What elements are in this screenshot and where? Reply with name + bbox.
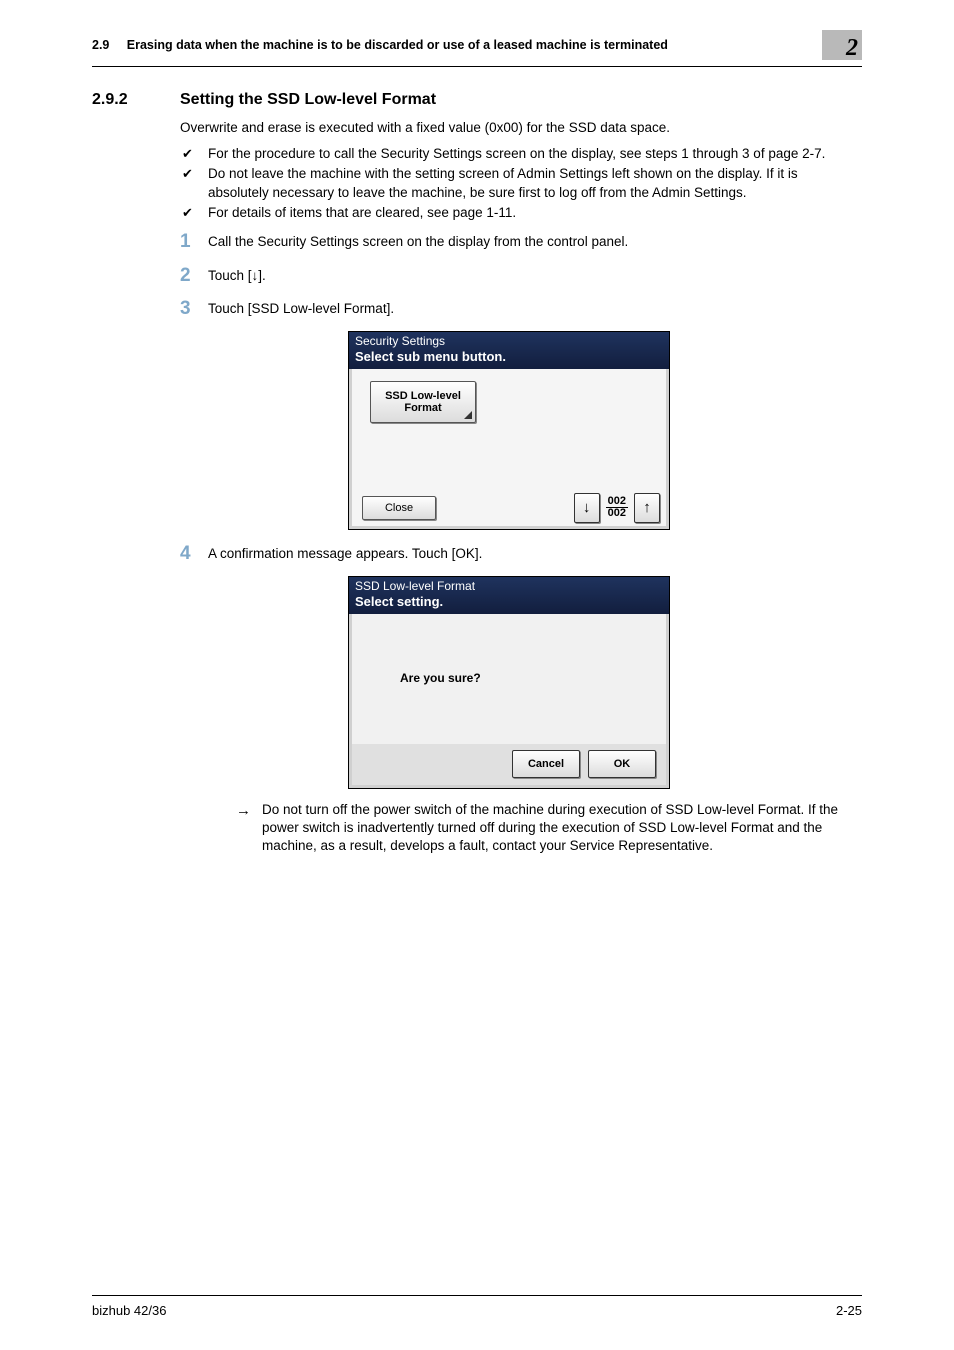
step-item: 3 Touch [SSD Low-level Format]. Security… — [180, 299, 862, 530]
dialog-footer: Close ↓ 002 002 ↑ — [349, 489, 669, 529]
cancel-button[interactable]: Cancel — [512, 750, 580, 778]
check-item: Do not leave the machine with the settin… — [180, 165, 862, 201]
step-number: 1 — [180, 228, 202, 256]
pager: ↓ 002 002 ↑ — [574, 493, 660, 523]
step-text: Touch [SSD Low-level Format]. — [208, 301, 394, 316]
ok-button[interactable]: OK — [588, 750, 656, 778]
page-footer: bizhub 42/36 2-25 — [92, 1303, 862, 1318]
section-number: 2.9.2 — [92, 91, 180, 109]
dialog-title-line1: SSD Low-level Format — [355, 579, 663, 594]
step-text: A confirmation message appears. Touch [O… — [208, 546, 482, 561]
dialog-body: Are you sure? — [349, 614, 669, 744]
step-number: 2 — [180, 262, 202, 290]
header-rule — [92, 66, 862, 67]
confirm-message: Are you sure? — [400, 670, 481, 687]
section-title: Setting the SSD Low-level Format — [180, 91, 436, 109]
step-item: 4 A confirmation message appears. Touch … — [180, 544, 862, 855]
step-text: Touch [↓]. — [208, 268, 266, 283]
dialog-titlebar: Security Settings Select sub menu button… — [349, 332, 669, 369]
step-number: 3 — [180, 295, 202, 323]
dialog-title-line1: Security Settings — [355, 334, 663, 349]
step-number: 4 — [180, 540, 202, 568]
page-indicator: 002 002 — [606, 496, 628, 519]
screenshot-security-settings: Security Settings Select sub menu button… — [348, 331, 670, 530]
check-item: For details of items that are cleared, s… — [180, 204, 862, 222]
dialog-footer: Cancel OK — [349, 744, 669, 788]
step-text: Call the Security Settings screen on the… — [208, 234, 628, 249]
intro-paragraph: Overwrite and erase is executed with a f… — [180, 119, 862, 137]
close-button[interactable]: Close — [362, 496, 436, 520]
check-item: For the procedure to call the Security S… — [180, 145, 862, 163]
dialog-title-line2: Select setting. — [355, 594, 663, 610]
page-down-button[interactable]: ↓ — [574, 493, 600, 523]
check-list: For the procedure to call the Security S… — [180, 145, 862, 222]
page-header: 2.9 Erasing data when the machine is to … — [92, 38, 668, 52]
chapter-badge: 2 — [822, 30, 862, 60]
dialog-body: SSD Low-level Format — [349, 369, 669, 489]
header-section-title: Erasing data when the machine is to be d… — [127, 38, 668, 52]
dialog-title-line2: Select sub menu button. — [355, 349, 663, 365]
arrow-down-icon: ↓ — [583, 497, 591, 519]
dialog-titlebar: SSD Low-level Format Select setting. — [349, 577, 669, 614]
page-up-button[interactable]: ↑ — [634, 493, 660, 523]
step-item: 2 Touch [↓]. — [180, 266, 862, 286]
step-item: 1 Call the Security Settings screen on t… — [180, 232, 862, 252]
step-list: 1 Call the Security Settings screen on t… — [180, 232, 862, 855]
header-section-ref: 2.9 — [92, 38, 109, 52]
warning-note: Do not turn off the power switch of the … — [208, 801, 862, 856]
ssd-low-level-format-button[interactable]: SSD Low-level Format — [370, 381, 476, 423]
footer-left: bizhub 42/36 — [92, 1303, 166, 1318]
submenu-indicator-icon — [464, 411, 472, 419]
screenshot-confirm-dialog: SSD Low-level Format Select setting. Are… — [348, 576, 670, 789]
footer-right: 2-25 — [836, 1303, 862, 1318]
arrow-up-icon: ↑ — [643, 497, 651, 519]
footer-rule — [92, 1295, 862, 1296]
